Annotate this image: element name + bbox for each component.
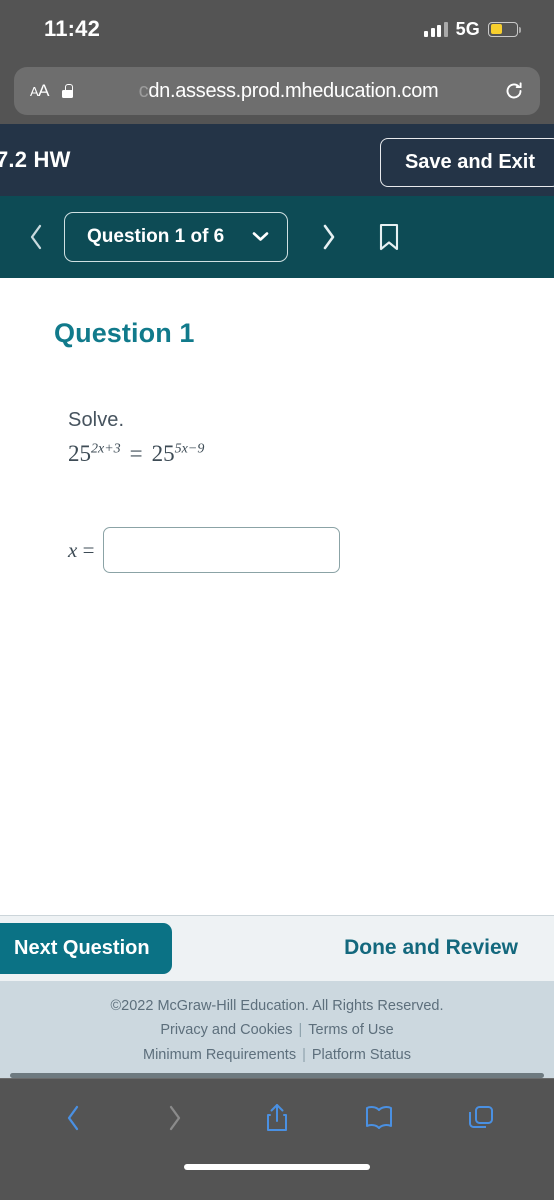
assignment-title: 7.2 HW [0, 147, 71, 172]
answer-equals: = [82, 537, 95, 562]
safari-url-bar-container: AA cdn.assess.prod.mheducation.com [0, 58, 554, 124]
answer-input[interactable] [103, 527, 341, 573]
browser-back-button[interactable] [51, 1098, 95, 1138]
equation-right-exponent: 5x−9 [174, 441, 205, 457]
bookmark-icon[interactable] [366, 222, 412, 252]
privacy-and-cookies-link[interactable]: Privacy and Cookies [160, 1022, 292, 1038]
safari-bottom-toolbar [0, 1078, 554, 1156]
question-navigation-bar: Question 1 of 6 [0, 196, 554, 278]
question-prompt: Solve. [68, 409, 125, 431]
assignment-header: 7.2 HW Save and Exit [0, 124, 554, 196]
question-body: Solve. 252x+3 = 255x−9 x = [54, 409, 530, 573]
bookmarks-book-icon[interactable] [357, 1098, 401, 1138]
minimum-requirements-link[interactable]: Minimum Requirements [143, 1047, 296, 1063]
status-time: 11:42 [44, 16, 101, 41]
page-footer: ©2022 McGraw-Hill Education. All Rights … [0, 980, 554, 1078]
equation-operator: = [129, 441, 143, 466]
reload-icon[interactable] [504, 81, 524, 101]
page-title: Question 1 [54, 318, 195, 348]
tabs-icon[interactable] [459, 1098, 503, 1138]
home-indicator-area [0, 1156, 554, 1200]
platform-status-link[interactable]: Platform Status [312, 1047, 411, 1063]
url-text[interactable]: cdn.assess.prod.mheducation.com [86, 80, 491, 103]
question-content-area: Question 1 Solve. 252x+3 = 255x−9 x = [0, 278, 554, 915]
answer-label: x = [68, 538, 94, 563]
copyright-text: ©2022 McGraw-Hill Education. All Rights … [110, 997, 444, 1014]
url-value: dn.assess.prod.mheducation.com [148, 79, 439, 102]
equation-left-base: 25 [68, 441, 91, 466]
safari-url-bar[interactable]: AA cdn.assess.prod.mheducation.com [14, 67, 540, 115]
network-type-label: 5G [455, 18, 480, 39]
share-icon[interactable] [255, 1098, 299, 1138]
footer-separator: | [298, 1022, 303, 1039]
question-selector-label: Question 1 of 6 [87, 226, 225, 247]
status-indicators: 5G [424, 18, 521, 40]
browser-forward-button[interactable] [153, 1098, 197, 1138]
next-question-button[interactable]: Next Question [0, 922, 172, 974]
equation-display: 252x+3 = 255x−9 [68, 441, 530, 467]
phone-screen: 11:42 5G AA cdn.assess.prod.mheducation.… [0, 0, 554, 1200]
question-selector-dropdown[interactable]: Question 1 of 6 [64, 212, 288, 262]
previous-question-button[interactable] [16, 222, 56, 252]
terms-of-use-link[interactable]: Terms of Use [308, 1022, 393, 1038]
url-hidden-prefix: c [138, 79, 149, 102]
action-bar: Next Question Done and Review [0, 914, 554, 981]
footer-links-row-1: Privacy and Cookies | Terms of Use [0, 1018, 554, 1042]
save-and-exit-button[interactable]: Save and Exit [379, 138, 554, 187]
chevron-down-icon [252, 226, 269, 248]
equation-right-base: 25 [151, 441, 175, 466]
battery-low-power-icon [488, 21, 521, 37]
footer-separator: | [302, 1046, 306, 1063]
equation-left-exponent: 2x+3 [91, 441, 121, 457]
cellular-signal-icon [424, 21, 448, 37]
next-question-nav-button[interactable] [302, 222, 356, 252]
footer-links-row-2: Minimum Requirements | Platform Status [0, 1043, 554, 1067]
done-and-review-link[interactable]: Done and Review [344, 936, 518, 960]
answer-variable: x [68, 537, 78, 562]
text-size-button[interactable]: AA [30, 81, 50, 101]
answer-row: x = [68, 527, 530, 573]
lock-icon [62, 84, 74, 98]
home-indicator[interactable] [184, 1164, 370, 1170]
ios-status-bar: 11:42 5G [0, 0, 554, 58]
